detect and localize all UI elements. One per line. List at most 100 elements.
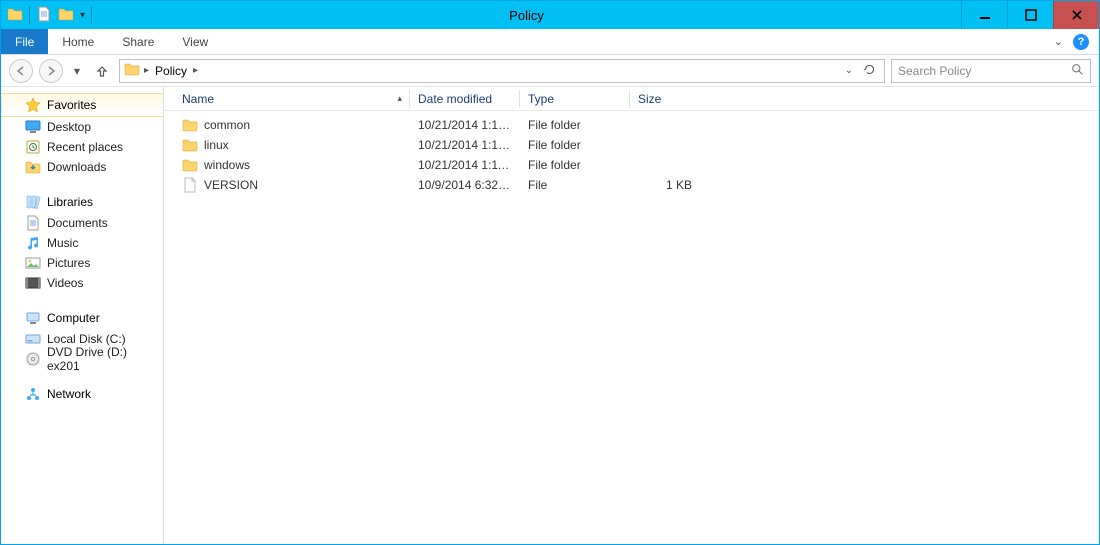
sidebar-item-label: Desktop (47, 120, 91, 134)
breadcrumb-separator-icon[interactable]: ▸ (193, 65, 198, 76)
sidebar-item-dvd-drive[interactable]: DVD Drive (D:) ex201 (1, 349, 163, 369)
file-name: windows (204, 158, 250, 172)
column-header-name[interactable]: Name▴ (174, 87, 410, 110)
cell-date: 10/9/2014 6:32 AM (410, 178, 520, 192)
qat-customize-icon[interactable]: ▾ (80, 10, 85, 21)
sidebar-header-network[interactable]: Network (1, 383, 163, 405)
cell-name: VERSION (174, 177, 410, 193)
sidebar-item-label: Documents (47, 216, 108, 230)
minimize-button[interactable] (961, 1, 1007, 29)
tab-share[interactable]: Share (108, 29, 168, 54)
address-dropdown-icon[interactable]: ⌄ (845, 65, 853, 76)
sidebar-item-label: Local Disk (C:) (47, 332, 126, 346)
breadcrumb[interactable]: Policy (153, 64, 189, 78)
breadcrumb-label: Policy (155, 64, 187, 78)
sidebar-header-label: Libraries (47, 195, 93, 209)
sidebar-group-favorites: Favorites Desktop Recent places Download… (1, 93, 163, 177)
search-box[interactable] (891, 59, 1091, 83)
file-name: VERSION (204, 178, 258, 192)
cell-size: 1 KB (630, 178, 700, 192)
pictures-icon (25, 255, 41, 271)
sidebar-item-desktop[interactable]: Desktop (1, 117, 163, 137)
sidebar-item-label: Downloads (47, 160, 106, 174)
ribbon-tabs: File Home Share View ⌄ ? (1, 29, 1099, 55)
breadcrumb-separator-icon[interactable]: ▸ (144, 65, 149, 76)
new-folder-icon[interactable] (58, 6, 74, 25)
sidebar-item-downloads[interactable]: Downloads (1, 157, 163, 177)
computer-icon (25, 310, 41, 326)
sidebar-item-videos[interactable]: Videos (1, 273, 163, 293)
sort-indicator-icon: ▴ (397, 93, 402, 104)
search-icon[interactable] (1071, 63, 1084, 79)
file-row[interactable]: windows10/21/2014 1:11 AMFile folder (164, 155, 1099, 175)
explorer-window: ▾ Policy File Home Share View ⌄ ? ▾ ▸ Po… (0, 0, 1100, 545)
cell-name: common (174, 117, 410, 133)
folder-icon (182, 137, 198, 153)
sidebar-item-documents[interactable]: Documents (1, 213, 163, 233)
recent-locations-button[interactable]: ▾ (69, 59, 85, 83)
sidebar-header-label: Network (47, 387, 91, 401)
file-row[interactable]: linux10/21/2014 1:10 AMFile folder (164, 135, 1099, 155)
window-controls (961, 1, 1099, 29)
back-button[interactable] (9, 59, 33, 83)
sidebar-item-label: Music (47, 236, 78, 250)
quick-access-toolbar: ▾ (1, 1, 92, 29)
window-title: Policy (92, 1, 961, 29)
navigation-bar: ▾ ▸ Policy ▸ ⌄ (1, 55, 1099, 87)
sidebar-item-music[interactable]: Music (1, 233, 163, 253)
desktop-icon (25, 119, 41, 135)
downloads-icon (25, 159, 41, 175)
title-bar: ▾ Policy (1, 1, 1099, 29)
dvd-icon (25, 351, 41, 367)
address-bar[interactable]: ▸ Policy ▸ ⌄ (119, 59, 885, 83)
sidebar-item-pictures[interactable]: Pictures (1, 253, 163, 273)
maximize-button[interactable] (1007, 1, 1053, 29)
close-button[interactable] (1053, 1, 1099, 29)
cell-name: linux (174, 137, 410, 153)
cell-date: 10/21/2014 1:10 AM (410, 138, 520, 152)
content-area: Favorites Desktop Recent places Download… (1, 87, 1099, 544)
sidebar-header-favorites[interactable]: Favorites (1, 93, 163, 117)
cell-type: File folder (520, 118, 630, 132)
refresh-icon[interactable] (863, 63, 876, 79)
documents-icon (25, 215, 41, 231)
sidebar-item-label: DVD Drive (D:) ex201 (47, 345, 155, 373)
search-input[interactable] (898, 64, 1071, 78)
sidebar-item-recent[interactable]: Recent places (1, 137, 163, 157)
ribbon-expand-icon[interactable]: ⌄ (1054, 35, 1063, 48)
sidebar-item-label: Videos (47, 276, 83, 290)
file-row[interactable]: VERSION 10/9/2014 6:32 AMFile1 KB (164, 175, 1099, 195)
videos-icon (25, 275, 41, 291)
file-name: common (204, 118, 250, 132)
file-tab[interactable]: File (1, 29, 48, 54)
cell-date: 10/21/2014 1:10 AM (410, 118, 520, 132)
properties-icon[interactable] (36, 6, 52, 25)
folder-icon (7, 6, 23, 25)
qat-separator (29, 6, 30, 24)
column-label: Size (638, 92, 661, 106)
folder-icon (182, 117, 198, 133)
file-row[interactable]: common 10/21/2014 1:10 AMFile folder (164, 115, 1099, 135)
sidebar-header-computer[interactable]: Computer (1, 307, 163, 329)
star-icon (25, 97, 41, 113)
cell-name: windows (174, 157, 410, 173)
tab-home[interactable]: Home (48, 29, 108, 54)
cell-type: File (520, 178, 630, 192)
sidebar-header-libraries[interactable]: Libraries (1, 191, 163, 213)
network-icon (25, 386, 41, 402)
sidebar-header-label: Favorites (47, 98, 96, 112)
sidebar-header-label: Computer (47, 311, 100, 325)
column-header-date[interactable]: Date modified (410, 87, 520, 110)
column-headers: Name▴ Date modified Type Size (164, 87, 1099, 111)
file-list: Name▴ Date modified Type Size common 10/2… (164, 87, 1099, 544)
file-icon (182, 177, 198, 193)
file-name: linux (204, 138, 229, 152)
column-header-type[interactable]: Type (520, 87, 630, 110)
column-header-size[interactable]: Size (630, 87, 700, 110)
forward-button[interactable] (39, 59, 63, 83)
music-icon (25, 235, 41, 251)
up-button[interactable] (91, 60, 113, 82)
tab-view[interactable]: View (168, 29, 222, 54)
help-icon[interactable]: ? (1073, 34, 1089, 50)
sidebar-group-libraries: Libraries Documents Music Pictures Video… (1, 191, 163, 293)
